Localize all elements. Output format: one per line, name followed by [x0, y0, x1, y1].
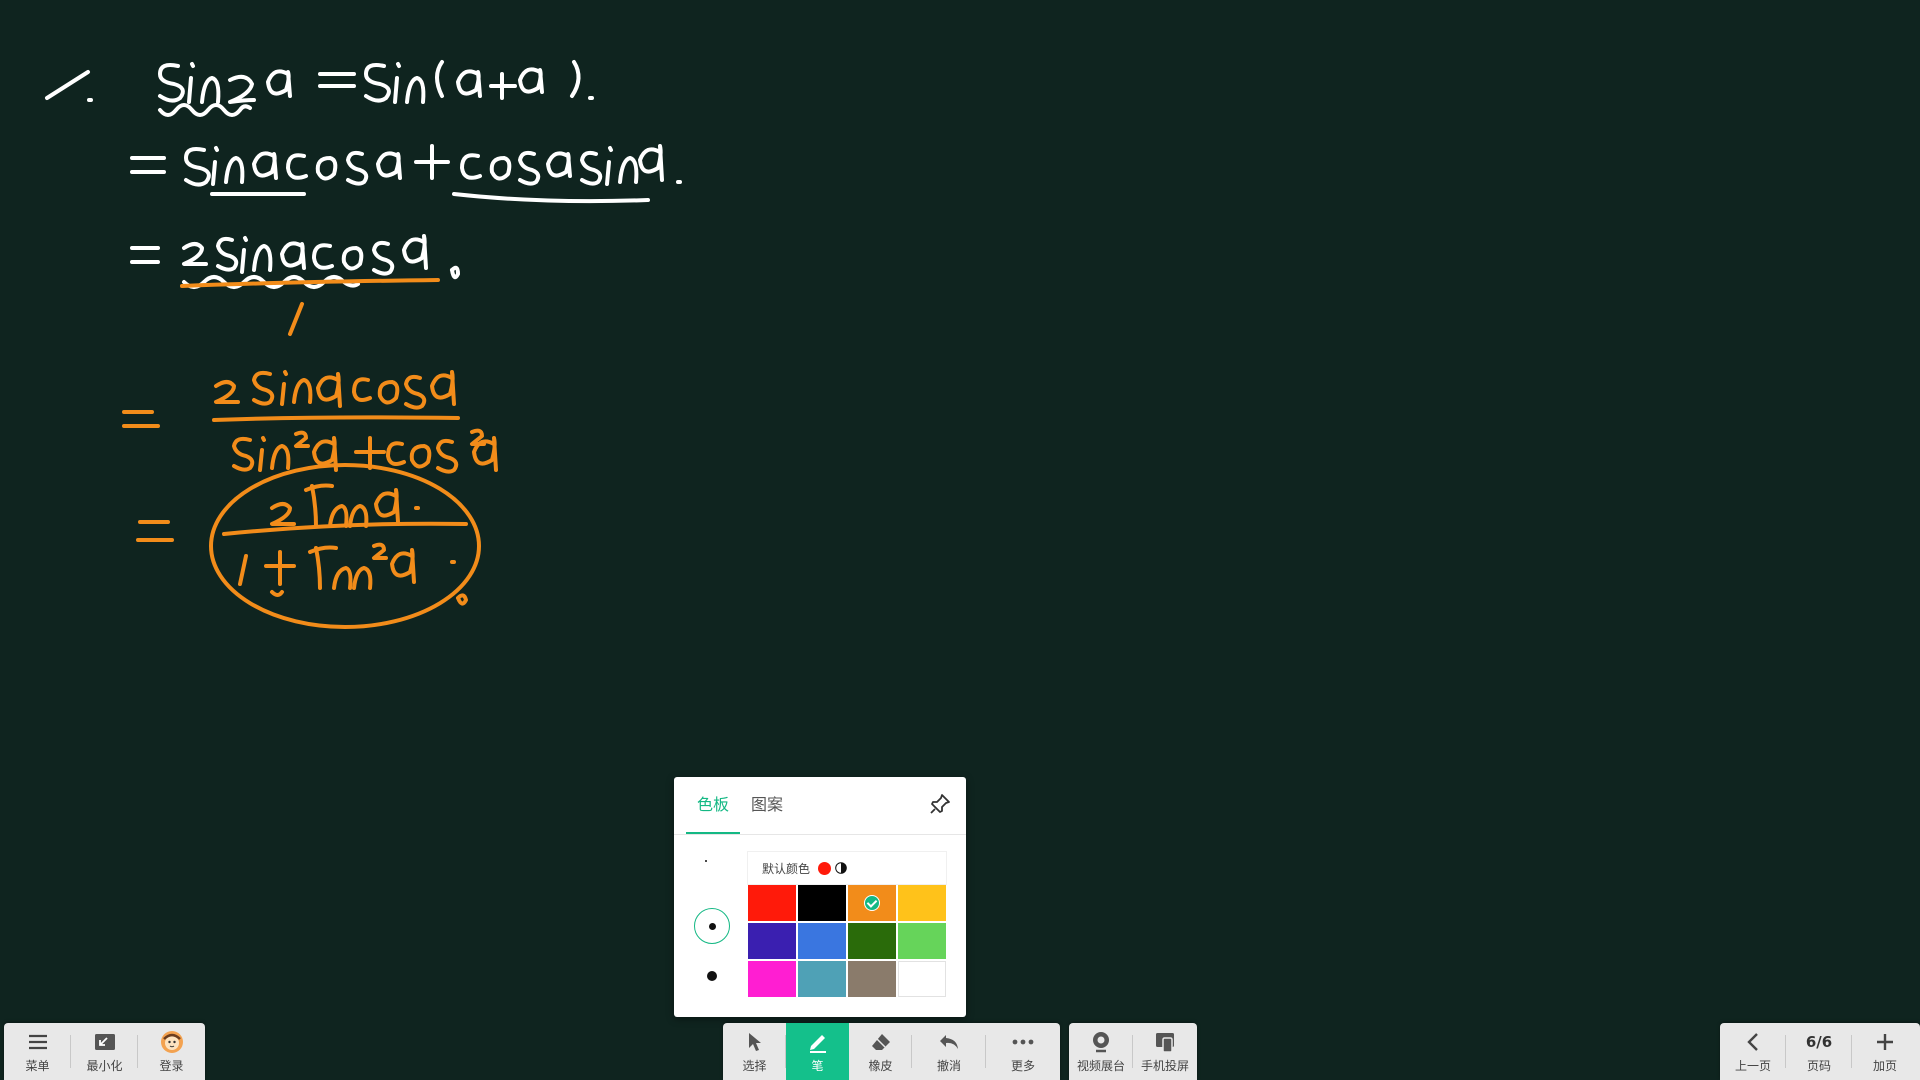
color-swatch-yellow[interactable]	[898, 885, 946, 921]
undo-button[interactable]: 撤消	[912, 1023, 986, 1080]
eraser-label: 橡皮	[868, 1058, 893, 1073]
undo-label: 撤消	[936, 1058, 961, 1073]
tab-palette[interactable]: 色板	[686, 777, 740, 834]
tab-divider	[674, 834, 966, 835]
handwriting-line-2	[130, 144, 682, 204]
default-color-label: 默认颜色	[762, 861, 811, 876]
color-swatch-grid	[748, 885, 946, 997]
handwriting-line-1	[45, 60, 594, 117]
more-icon	[1012, 1030, 1034, 1054]
video-booth-label: 视频展台	[1076, 1058, 1125, 1073]
phone-cast-icon	[1154, 1030, 1176, 1054]
page-number-label: 页码	[1806, 1058, 1831, 1073]
color-swatch-indigo[interactable]	[748, 923, 796, 959]
handwriting-orange	[122, 278, 498, 629]
pen-size-large[interactable]	[700, 964, 724, 988]
eraser-icon	[870, 1030, 892, 1054]
menu-icon	[28, 1030, 48, 1054]
select-label: 选择	[742, 1058, 767, 1073]
color-swatch-dark-green[interactable]	[848, 923, 896, 959]
chevron-left-icon	[1746, 1030, 1760, 1054]
color-swatch-light-green[interactable]	[898, 923, 946, 959]
color-swatch-teal[interactable]	[798, 961, 846, 997]
page-number-button[interactable]: 6/6 页码	[1786, 1023, 1852, 1080]
pen-size-small[interactable]	[694, 849, 718, 873]
phone-cast-label: 手机投屏	[1140, 1058, 1189, 1073]
video-booth-button[interactable]: 视频展台	[1069, 1023, 1133, 1080]
palette-tabs: 色板 图案	[686, 777, 794, 834]
undo-icon	[938, 1030, 960, 1054]
more-label: 更多	[1010, 1058, 1035, 1073]
color-swatch-taupe[interactable]	[848, 961, 896, 997]
menu-label: 菜单	[25, 1058, 50, 1073]
minimize-icon	[94, 1030, 116, 1054]
pen-size-medium[interactable]	[694, 908, 730, 944]
camera-icon	[1091, 1030, 1111, 1054]
color-swatch-orange[interactable]	[848, 885, 896, 921]
color-palette-panel: 色板 图案 默认颜色	[674, 777, 966, 1017]
tab-pattern[interactable]: 图案	[740, 777, 794, 834]
minimize-button[interactable]: 最小化	[71, 1023, 138, 1080]
page-number-value: 6/6	[1805, 1032, 1833, 1051]
default-color-red-dot	[818, 861, 832, 875]
menu-button[interactable]: 菜单	[4, 1023, 71, 1080]
eraser-button[interactable]: 橡皮	[849, 1023, 912, 1080]
pen-button[interactable]: 笔	[786, 1023, 849, 1080]
plus-icon	[1875, 1030, 1895, 1054]
default-color-row[interactable]: 默认颜色	[748, 852, 946, 884]
select-button[interactable]: 选择	[723, 1023, 786, 1080]
color-swatch-black[interactable]	[798, 885, 846, 921]
color-swatch-white[interactable]	[898, 961, 946, 997]
login-button[interactable]: 登录	[138, 1023, 205, 1080]
pin-icon[interactable]	[928, 792, 952, 816]
pen-label: 笔	[811, 1058, 824, 1073]
add-page-label: 加页	[1872, 1058, 1897, 1073]
login-label: 登录	[159, 1058, 184, 1073]
prev-page-button[interactable]: 上一页	[1720, 1023, 1786, 1080]
color-swatch-red[interactable]	[748, 885, 796, 921]
page-toolbar: 上一页 6/6 页码 加页	[1720, 1023, 1920, 1080]
cursor-icon	[746, 1030, 764, 1054]
pen-icon	[807, 1030, 829, 1054]
color-swatch-blue[interactable]	[798, 923, 846, 959]
add-page-button[interactable]: 加页	[1852, 1023, 1918, 1080]
more-button[interactable]: 更多	[986, 1023, 1060, 1080]
default-color-halfmoon-icon	[835, 862, 847, 874]
selected-check-icon	[864, 895, 880, 911]
phone-cast-button[interactable]: 手机投屏	[1133, 1023, 1197, 1080]
color-swatch-magenta[interactable]	[748, 961, 796, 997]
avatar-icon	[160, 1030, 184, 1054]
minimize-label: 最小化	[86, 1058, 123, 1073]
media-toolbar: 视频展台 手机投屏	[1069, 1023, 1197, 1080]
tools-toolbar: 选择 笔 橡皮 撤消 更多	[723, 1023, 1060, 1080]
prev-page-label: 上一页	[1734, 1058, 1771, 1073]
left-toolbar: 菜单 最小化 登录	[4, 1023, 205, 1080]
